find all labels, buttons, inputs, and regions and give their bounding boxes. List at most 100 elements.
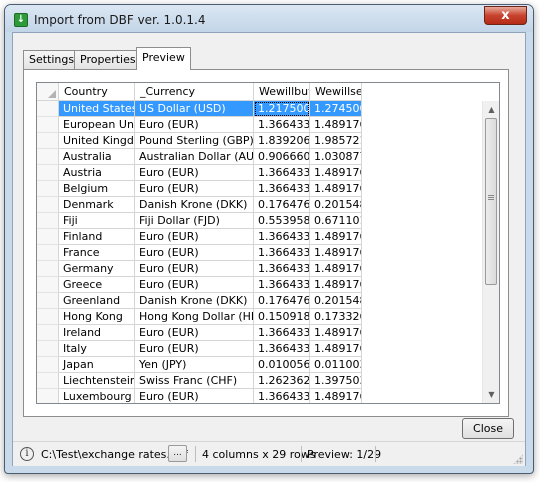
table-cell[interactable]: United Kingdom xyxy=(59,133,135,149)
table-cell[interactable]: United States xyxy=(59,101,135,117)
table-cell[interactable]: 1.366433 xyxy=(254,325,310,341)
table-cell[interactable]: 0.010056 xyxy=(254,357,310,373)
table-row[interactable]: United KingdomPound Sterling (GBP)1.8392… xyxy=(37,133,499,149)
table-cell[interactable]: 1.489176 xyxy=(310,325,362,341)
table-cell[interactable]: Euro (EUR) xyxy=(135,325,254,341)
table-cell[interactable]: 0.011003 xyxy=(310,357,362,373)
row-header[interactable] xyxy=(37,309,59,325)
table-row[interactable]: Denmark Danish Krone (DKK) 0.176476 0.20154… xyxy=(37,197,499,213)
window-close-button[interactable]: x xyxy=(484,6,527,25)
table-cell[interactable]: 0.150918 xyxy=(254,309,310,325)
column-header-country[interactable]: Country xyxy=(59,83,135,101)
table-row[interactable]: United States US Dollar (USD) 1.217500 1.27… xyxy=(37,101,499,117)
table-cell[interactable]: Japan xyxy=(59,357,135,373)
table-row[interactable]: Ireland Euro (EUR) 1.366433 1.489176 xyxy=(37,325,499,341)
table-cell[interactable]: 1.217500 xyxy=(254,101,310,117)
table-row[interactable]: Italy Euro (EUR) 1.366433 1.489176 xyxy=(37,341,499,357)
tab-settings[interactable]: Settings xyxy=(23,50,81,69)
table-row[interactable]: Liechtenstein Swiss Franc (CHF) 1.262362 1.… xyxy=(37,373,499,389)
row-header[interactable] xyxy=(37,261,59,277)
table-cell[interactable]: 1.489176 xyxy=(310,181,362,197)
row-header[interactable] xyxy=(37,133,59,149)
row-header[interactable] xyxy=(37,293,59,309)
table-cell[interactable]: Swiss Franc (CHF) xyxy=(135,373,254,389)
table-cell[interactable]: 1.030877 xyxy=(310,149,362,165)
table-cell[interactable]: Yen (JPY) xyxy=(135,357,254,373)
table-cell[interactable]: 1.366433 xyxy=(254,261,310,277)
table-cell[interactable]: 1.489176 xyxy=(310,245,362,261)
row-header[interactable] xyxy=(37,101,59,117)
table-cell[interactable]: 0.176476 xyxy=(254,293,310,309)
table-cell[interactable]: Euro (EUR) xyxy=(135,181,254,197)
row-header[interactable] xyxy=(37,229,59,245)
tab-properties[interactable]: Properties xyxy=(74,50,142,69)
column-header-sell[interactable]: Wewillsell xyxy=(310,83,362,101)
table-cell[interactable]: 1.366433 xyxy=(254,245,310,261)
table-cell[interactable]: US Dollar (USD) xyxy=(135,101,254,117)
row-header[interactable] xyxy=(37,373,59,389)
table-cell[interactable]: Fiji Dollar (FJD) xyxy=(135,213,254,229)
row-header[interactable] xyxy=(37,277,59,293)
table-row[interactable]: Finland Euro (EUR) 1.366433 1.489176 xyxy=(37,229,499,245)
column-header-currency[interactable]: _Currency xyxy=(135,83,254,101)
table-cell[interactable]: Liechtenstein xyxy=(59,373,135,389)
table-cell[interactable]: Italy xyxy=(59,341,135,357)
table-cell[interactable]: 1.489176 xyxy=(310,389,362,403)
row-header[interactable] xyxy=(37,325,59,341)
table-row[interactable]: Austria Euro (EUR) 1.366433 1.489176 xyxy=(37,165,499,181)
table-cell[interactable]: Belgium xyxy=(59,181,135,197)
table-cell[interactable]: Pound Sterling (GBP) xyxy=(135,133,254,149)
preview-grid[interactable]: Country _Currency Wewillbuyf Wewillsell … xyxy=(36,82,500,404)
row-header[interactable] xyxy=(37,117,59,133)
table-row[interactable]: Germany Euro (EUR) 1.366433 1.489176 xyxy=(37,261,499,277)
table-cell[interactable]: Euro (EUR) xyxy=(135,261,254,277)
table-row[interactable]: France Euro (EUR) 1.366433 1.489176 xyxy=(37,245,499,261)
row-header[interactable] xyxy=(37,197,59,213)
title-bar[interactable]: ↓ Import from DBF ver. 1.0.1.4 x xyxy=(5,5,533,32)
tab-preview[interactable]: Preview xyxy=(136,47,191,70)
table-cell[interactable]: 1.489176 xyxy=(310,117,362,133)
table-cell[interactable]: 1.274500 xyxy=(310,101,362,117)
column-header-buy[interactable]: Wewillbuyf xyxy=(254,83,310,101)
table-cell[interactable]: Greenland xyxy=(59,293,135,309)
table-cell[interactable]: 1.489176 xyxy=(310,341,362,357)
table-cell[interactable]: Danish Krone (DKK) xyxy=(135,293,254,309)
table-cell[interactable]: Hong Kong Dollar (HKD) xyxy=(135,309,254,325)
table-cell[interactable]: Euro (EUR) xyxy=(135,245,254,261)
grid-corner[interactable] xyxy=(37,83,59,101)
table-cell[interactable]: 1.489176 xyxy=(310,165,362,181)
table-row[interactable]: Belgium Euro (EUR) 1.366433 1.489176 xyxy=(37,181,499,197)
table-cell[interactable]: Euro (EUR) xyxy=(135,277,254,293)
table-row[interactable]: Hong KongHong Kong Dollar (HKD)0.1509180… xyxy=(37,309,499,325)
table-cell[interactable]: Austria xyxy=(59,165,135,181)
table-cell[interactable]: 1.366433 xyxy=(254,341,310,357)
table-cell[interactable]: Euro (EUR) xyxy=(135,341,254,357)
table-cell[interactable]: 1.366433 xyxy=(254,389,310,403)
scrollbar-thumb[interactable] xyxy=(485,118,497,285)
table-cell[interactable]: Euro (EUR) xyxy=(135,117,254,133)
table-cell[interactable]: 1.489176 xyxy=(310,277,362,293)
table-cell[interactable]: 0.553958 xyxy=(254,213,310,229)
row-header[interactable] xyxy=(37,341,59,357)
table-row[interactable]: AustraliaAustralian Dollar (AUD)0.906660… xyxy=(37,149,499,165)
table-cell[interactable]: 1.366433 xyxy=(254,117,310,133)
table-row[interactable]: Luxembourg Euro (EUR) 1.366433 1.489176 xyxy=(37,389,499,403)
table-cell[interactable]: Denmark xyxy=(59,197,135,213)
table-cell[interactable]: 0.176476 xyxy=(254,197,310,213)
table-cell[interactable]: 1.366433 xyxy=(254,165,310,181)
table-cell[interactable]: Germany xyxy=(59,261,135,277)
table-cell[interactable]: France xyxy=(59,245,135,261)
table-cell[interactable]: 1.366433 xyxy=(254,181,310,197)
browse-button[interactable]: ... xyxy=(168,445,187,462)
close-button[interactable]: Close xyxy=(462,418,514,439)
table-cell[interactable]: 0.173326 xyxy=(310,309,362,325)
table-cell[interactable]: Ireland xyxy=(59,325,135,341)
table-cell[interactable]: 0.671101 xyxy=(310,213,362,229)
table-cell[interactable]: 1.489176 xyxy=(310,229,362,245)
table-cell[interactable]: 1.839206 xyxy=(254,133,310,149)
table-cell[interactable]: European Union xyxy=(59,117,135,133)
table-cell[interactable]: 0.201548 xyxy=(310,293,362,309)
table-cell[interactable]: 0.201548 xyxy=(310,197,362,213)
table-cell[interactable]: 1.366433 xyxy=(254,229,310,245)
table-cell[interactable]: 1.397503 xyxy=(310,373,362,389)
